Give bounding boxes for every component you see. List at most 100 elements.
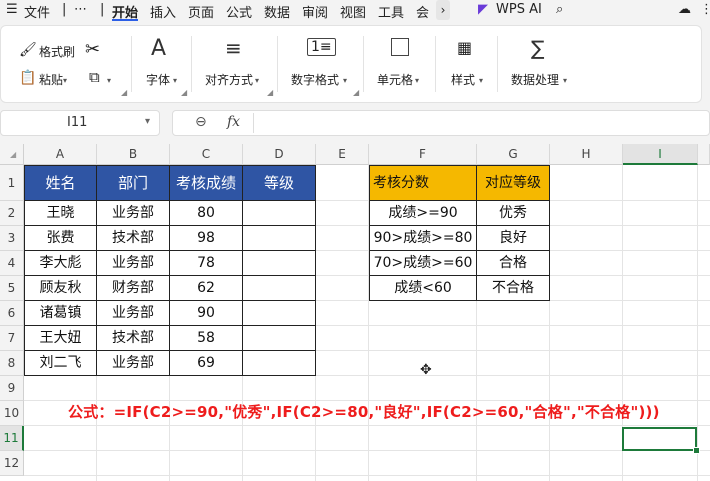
table-cell[interactable]: 业务部: [97, 351, 170, 376]
table-header-score[interactable]: 考核成绩: [170, 165, 243, 201]
table-cell[interactable]: 张费: [24, 226, 97, 251]
lookup-cell[interactable]: 成绩<60: [369, 276, 477, 301]
lookup-header-score[interactable]: 考核分数: [369, 165, 477, 201]
col-header-c[interactable]: C: [170, 144, 243, 165]
table-cell[interactable]: 诸葛镇: [24, 301, 97, 326]
row-header-5[interactable]: 5: [0, 276, 24, 301]
table-header-grade[interactable]: 等级: [243, 165, 316, 201]
group-expand-icon[interactable]: ◢: [353, 88, 359, 97]
table-cell[interactable]: 刘二飞: [24, 351, 97, 376]
lookup-cell[interactable]: 不合格: [477, 276, 550, 301]
table-cell[interactable]: 王晓: [24, 201, 97, 226]
tab-member[interactable]: 会: [416, 2, 433, 21]
name-box[interactable]: I11 ▾: [0, 110, 160, 136]
col-header-h[interactable]: H: [550, 144, 623, 165]
lookup-cell[interactable]: 成绩>=90: [369, 201, 477, 226]
row-header-11[interactable]: 11: [0, 426, 24, 451]
table-cell[interactable]: [243, 351, 316, 376]
tab-tools[interactable]: 工具: [378, 2, 404, 21]
chevron-down-icon[interactable]: ▾: [63, 72, 67, 86]
zoom-search-icon[interactable]: ⊖: [195, 114, 207, 130]
col-header-i[interactable]: I: [623, 144, 698, 165]
lookup-cell[interactable]: 70>成绩>=60: [369, 251, 477, 276]
fill-handle[interactable]: [693, 447, 700, 454]
formula-bar[interactable]: ⊖ fx: [172, 110, 710, 136]
chevron-down-icon[interactable]: ▾: [145, 116, 150, 127]
row-header-3[interactable]: 3: [0, 226, 24, 251]
lookup-cell[interactable]: 优秀: [477, 201, 550, 226]
chevron-down-icon[interactable]: ▾: [255, 72, 259, 86]
table-header-name[interactable]: 姓名: [24, 165, 97, 201]
cut-icon[interactable]: ✂: [85, 39, 100, 60]
col-header-a[interactable]: A: [24, 144, 97, 165]
group-expand-icon[interactable]: ◢: [181, 88, 187, 97]
search-icon[interactable]: ⌕: [556, 2, 563, 17]
table-cell[interactable]: 顾友秋: [24, 276, 97, 301]
group-expand-icon[interactable]: ◢: [121, 88, 127, 97]
table-cell[interactable]: 财务部: [97, 276, 170, 301]
tab-page[interactable]: 页面: [188, 2, 214, 21]
lookup-cell[interactable]: 90>成绩>=80: [369, 226, 477, 251]
table-cell[interactable]: 62: [170, 276, 243, 301]
tab-data[interactable]: 数据: [264, 2, 290, 21]
table-cell[interactable]: 业务部: [97, 251, 170, 276]
chevron-down-icon[interactable]: ▾: [107, 72, 111, 86]
table-cell[interactable]: 王大妞: [24, 326, 97, 351]
tab-insert[interactable]: 插入: [150, 2, 176, 21]
group-expand-icon[interactable]: ◢: [267, 88, 273, 97]
row-header-2[interactable]: 2: [0, 201, 24, 226]
table-cell[interactable]: [243, 276, 316, 301]
chevron-down-icon[interactable]: ▾: [415, 72, 419, 86]
col-header-f[interactable]: F: [369, 144, 477, 165]
row-header-4[interactable]: 4: [0, 251, 24, 276]
format-painter-button[interactable]: 格式刷: [39, 43, 75, 60]
align-button[interactable]: 对齐方式: [205, 71, 253, 88]
chevron-right-icon[interactable]: ›: [436, 0, 450, 20]
table-cell[interactable]: 技术部: [97, 326, 170, 351]
table-cell[interactable]: [243, 201, 316, 226]
row-header-1[interactable]: 1: [0, 165, 24, 201]
wps-ai-button[interactable]: WPS AI: [496, 2, 542, 17]
table-cell[interactable]: 98: [170, 226, 243, 251]
style-button[interactable]: 样式: [451, 71, 475, 88]
table-cell[interactable]: [243, 251, 316, 276]
tab-formula[interactable]: 公式: [226, 2, 252, 21]
col-header-d[interactable]: D: [243, 144, 316, 165]
chevron-down-icon[interactable]: ▾: [173, 72, 177, 86]
menu-file[interactable]: 文件: [24, 2, 50, 21]
tab-review[interactable]: 审阅: [302, 2, 328, 21]
row-header-7[interactable]: 7: [0, 326, 24, 351]
row-header-9[interactable]: 9: [0, 376, 24, 401]
row-header-12[interactable]: 12: [0, 451, 24, 476]
selected-cell-i11[interactable]: [622, 427, 697, 451]
lookup-cell[interactable]: 良好: [477, 226, 550, 251]
menu-more[interactable]: ⋯: [74, 2, 87, 17]
tab-view[interactable]: 视图: [340, 2, 366, 21]
more-icon[interactable]: ⋮: [700, 2, 710, 17]
font-button[interactable]: 字体: [146, 71, 170, 88]
row-header-10[interactable]: 10: [0, 401, 24, 426]
table-cell[interactable]: 技术部: [97, 226, 170, 251]
table-cell[interactable]: 业务部: [97, 301, 170, 326]
table-cell[interactable]: [243, 301, 316, 326]
select-all-corner[interactable]: ◢: [0, 144, 24, 165]
row-header-8[interactable]: 8: [0, 351, 24, 376]
table-cell[interactable]: 58: [170, 326, 243, 351]
col-header-b[interactable]: B: [97, 144, 170, 165]
table-cell[interactable]: [243, 226, 316, 251]
menu-icon[interactable]: ☰: [6, 2, 18, 17]
chevron-down-icon[interactable]: ▾: [563, 72, 567, 86]
table-cell[interactable]: 69: [170, 351, 243, 376]
col-header-g[interactable]: G: [477, 144, 550, 165]
table-cell[interactable]: [243, 326, 316, 351]
paste-button[interactable]: 粘贴: [39, 71, 63, 88]
table-cell[interactable]: 李大彪: [24, 251, 97, 276]
table-cell[interactable]: 业务部: [97, 201, 170, 226]
fx-icon[interactable]: fx: [227, 114, 240, 130]
chevron-down-icon[interactable]: ▾: [479, 72, 483, 86]
col-header-more[interactable]: [698, 144, 710, 165]
data-process-button[interactable]: 数据处理: [511, 71, 559, 88]
table-header-dept[interactable]: 部门: [97, 165, 170, 201]
table-cell[interactable]: 90: [170, 301, 243, 326]
lookup-header-grade[interactable]: 对应等级: [477, 165, 550, 201]
